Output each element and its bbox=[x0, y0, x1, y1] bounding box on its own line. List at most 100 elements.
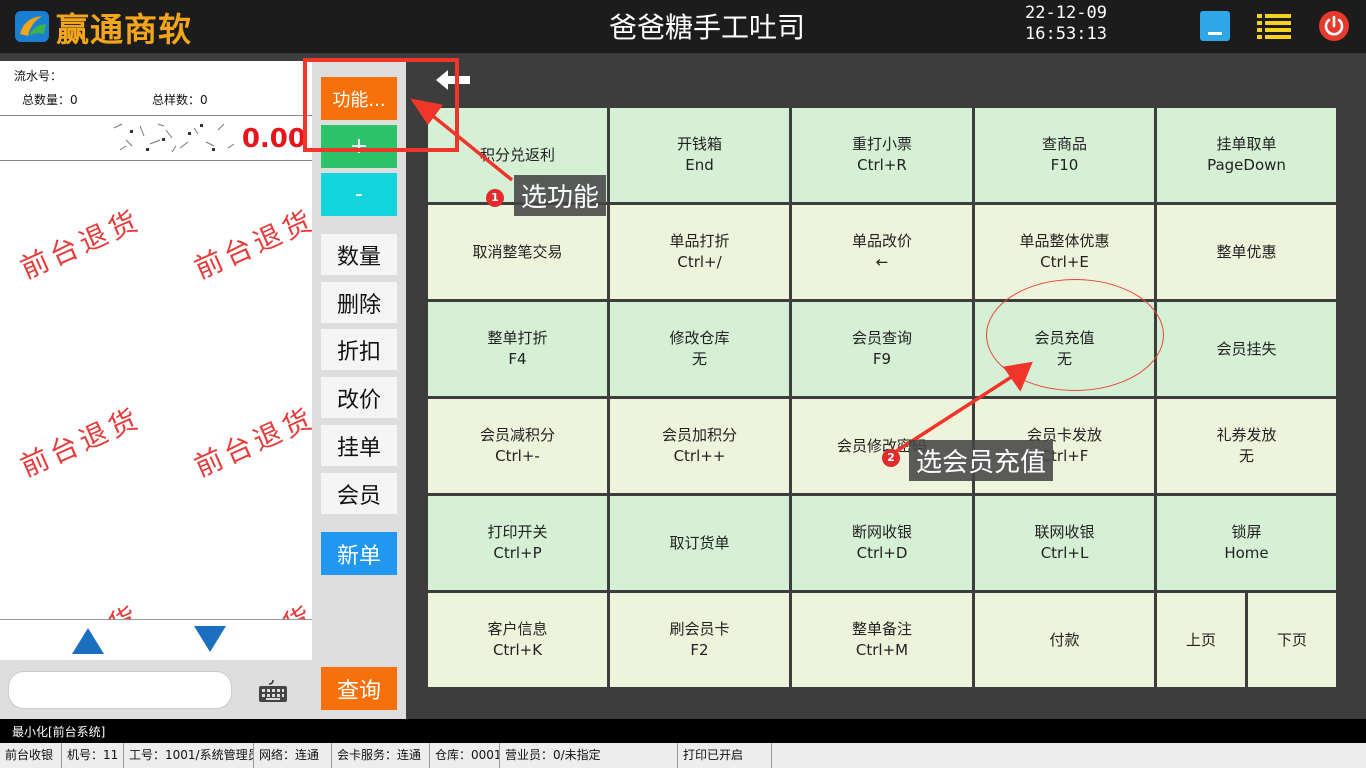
function-cell[interactable]: 单品整体优惠 Ctrl+E bbox=[975, 205, 1154, 299]
function-cell-title: 客户信息 bbox=[487, 620, 548, 638]
barcode-input[interactable] bbox=[8, 671, 232, 709]
status-item: 工号：1001/系统管理员 bbox=[124, 743, 254, 768]
function-cell-title: 重打小票 bbox=[851, 135, 912, 153]
function-cell[interactable]: 联网收银 Ctrl+L bbox=[975, 496, 1154, 590]
change-price-button[interactable]: 改价 bbox=[321, 377, 397, 418]
function-cell-title: 付款 bbox=[1049, 630, 1080, 649]
step-1-callout: 选功能 bbox=[514, 175, 607, 216]
function-cell-shortcut: Ctrl+- bbox=[495, 447, 540, 465]
function-cell-shortcut: Ctrl+M bbox=[855, 641, 909, 659]
scroll-up-icon[interactable] bbox=[72, 628, 104, 654]
function-cell[interactable]: 整单备注 Ctrl+M bbox=[792, 593, 972, 687]
function-cell-title: 开钱箱 bbox=[676, 135, 722, 153]
function-cell[interactable]: 会员减积分 Ctrl+- bbox=[428, 399, 607, 493]
query-button[interactable]: 查询 bbox=[321, 667, 397, 710]
back-arrow-icon[interactable] bbox=[432, 66, 474, 94]
function-cell-title: 整单优惠 bbox=[1216, 242, 1277, 261]
function-cell[interactable]: 付款 bbox=[975, 593, 1154, 687]
function-cell[interactable]: 整单打折 F4 bbox=[428, 302, 607, 396]
function-cell[interactable]: 整单优惠 bbox=[1157, 205, 1336, 299]
function-cell-title: 打印开关 bbox=[487, 523, 548, 541]
function-cell-shortcut: F4 bbox=[508, 350, 527, 368]
function-cell[interactable]: 查商品 F10 bbox=[975, 108, 1154, 202]
keyboard-icon[interactable] bbox=[258, 678, 288, 704]
watermark-text: 前台退货 bbox=[189, 401, 312, 484]
function-cell[interactable]: 会员挂失 bbox=[1157, 302, 1336, 396]
prev-page-button[interactable]: 上页 bbox=[1157, 593, 1245, 687]
logo-mark-icon bbox=[14, 10, 52, 44]
minimize-bar[interactable]: 最小化[前台系统] bbox=[0, 719, 1366, 743]
function-cell-shortcut: PageDown bbox=[1207, 156, 1286, 174]
function-cell-shortcut: Ctrl+P bbox=[493, 544, 542, 562]
amount-texture bbox=[113, 123, 235, 153]
function-cell[interactable]: 客户信息 Ctrl+K bbox=[428, 593, 607, 687]
discount-button[interactable]: 折扣 bbox=[321, 329, 397, 370]
function-cell-shortcut: Ctrl+D bbox=[856, 544, 908, 562]
quantity-button[interactable]: 数量 bbox=[321, 234, 397, 275]
search-area bbox=[0, 660, 312, 719]
function-cell-shortcut: 无 bbox=[1056, 350, 1072, 368]
total-amount: 0.00 bbox=[241, 124, 306, 154]
pos-window: 赢通商软 爸爸糖手工吐司 22-12-09 16:53:13 流水号： 总数量：… bbox=[0, 0, 1366, 768]
function-cell[interactable]: 刷会员卡 F2 bbox=[610, 593, 789, 687]
step-2-callout: 选会员充值 bbox=[909, 440, 1054, 481]
function-cell-shortcut: Ctrl+R bbox=[857, 156, 907, 174]
next-page-button[interactable]: 下页 bbox=[1248, 593, 1336, 687]
function-cell-shortcut: Ctrl+L bbox=[1040, 544, 1089, 562]
function-cell[interactable]: 会员查询 F9 bbox=[792, 302, 972, 396]
function-button[interactable]: 功能... bbox=[321, 77, 397, 120]
function-cell-title: 刷会员卡 bbox=[669, 620, 730, 638]
minus-button[interactable]: - bbox=[321, 173, 397, 216]
function-cell[interactable]: 礼券发放无 bbox=[1157, 399, 1336, 493]
status-bar: 前台收银 机号：11 工号：1001/系统管理员 网络：连通 会卡服务：连通 仓库：000… bbox=[0, 743, 1366, 768]
member-button[interactable]: 会员 bbox=[321, 473, 397, 514]
function-cell-shortcut: Ctrl+/ bbox=[677, 253, 722, 271]
step-1-marker: 1 bbox=[486, 189, 504, 207]
function-cell[interactable]: 挂单取单 PageDown bbox=[1157, 108, 1336, 202]
store-name: 爸爸糖手工吐司 bbox=[608, 11, 805, 44]
plus-button[interactable]: + bbox=[321, 125, 397, 168]
function-cell-title: 整单打折 bbox=[487, 329, 548, 347]
function-cell[interactable]: 开钱箱 End bbox=[610, 108, 789, 202]
function-cell-title: 单品打折 bbox=[669, 232, 730, 250]
receipt-panel: 流水号： 总数量：0 总样数：0 0.00 前台退货 前台退货 前台退货 前台退… bbox=[0, 61, 312, 660]
function-cell[interactable]: 取消整笔交易 bbox=[428, 205, 607, 299]
function-cell-title: 积分兑返利 bbox=[479, 145, 555, 164]
function-cell[interactable]: 单品打折 Ctrl+/ bbox=[610, 205, 789, 299]
function-cell[interactable]: 取订货单 bbox=[610, 496, 789, 590]
hold-order-button[interactable]: 挂单 bbox=[321, 425, 397, 466]
scroll-controls bbox=[0, 619, 312, 660]
status-item: 营业员：0/未指定 bbox=[500, 743, 678, 768]
function-cell-title: 单品整体优惠 bbox=[1019, 232, 1110, 250]
function-cell[interactable]: 断网收银 Ctrl+D bbox=[792, 496, 972, 590]
function-cell-title: 会员减积分 bbox=[479, 426, 555, 444]
logo-text: 赢通商软 bbox=[56, 10, 192, 49]
function-cell-shortcut: End bbox=[685, 156, 714, 174]
function-cell-shortcut: Ctrl+E bbox=[1040, 253, 1089, 271]
function-cell[interactable]: 会员充值无 bbox=[975, 302, 1154, 396]
watermark-text: 前台退货 bbox=[189, 203, 312, 286]
function-cell-shortcut: F2 bbox=[690, 641, 709, 659]
minimize-icon[interactable] bbox=[1200, 11, 1230, 41]
function-cell[interactable]: 锁屏 Home bbox=[1157, 496, 1336, 590]
title-bar: 赢通商软 爸爸糖手工吐司 22-12-09 16:53:13 bbox=[0, 0, 1366, 53]
prev-page-button-label: 上页 bbox=[1185, 630, 1216, 649]
function-cell[interactable]: 会员加积分 Ctrl++ bbox=[610, 399, 789, 493]
function-cell[interactable]: 修改仓库无 bbox=[610, 302, 789, 396]
function-cell-title: 整单备注 bbox=[851, 620, 912, 638]
new-order-button[interactable]: 新单 bbox=[321, 532, 397, 575]
function-cell-shortcut: 无 bbox=[1238, 447, 1254, 465]
menu-icon[interactable] bbox=[1257, 11, 1291, 41]
function-cell-title: 会员充值 bbox=[1034, 329, 1095, 347]
clock-time: 16:53:13 bbox=[1025, 24, 1107, 44]
scroll-down-icon[interactable] bbox=[194, 626, 226, 652]
function-cell-shortcut: F9 bbox=[872, 350, 892, 368]
function-cell[interactable]: 打印开关 Ctrl+P bbox=[428, 496, 607, 590]
delete-button[interactable]: 删除 bbox=[321, 282, 397, 323]
power-icon[interactable] bbox=[1319, 11, 1349, 41]
function-cell[interactable]: 重打小票 Ctrl+R bbox=[792, 108, 972, 202]
function-cell[interactable]: 单品改价 ← bbox=[792, 205, 972, 299]
total-quantity-label: 总数量：0 bbox=[22, 93, 78, 107]
status-item: 打印已开启 bbox=[678, 743, 772, 768]
watermark-text: 前台退货 bbox=[15, 203, 146, 286]
